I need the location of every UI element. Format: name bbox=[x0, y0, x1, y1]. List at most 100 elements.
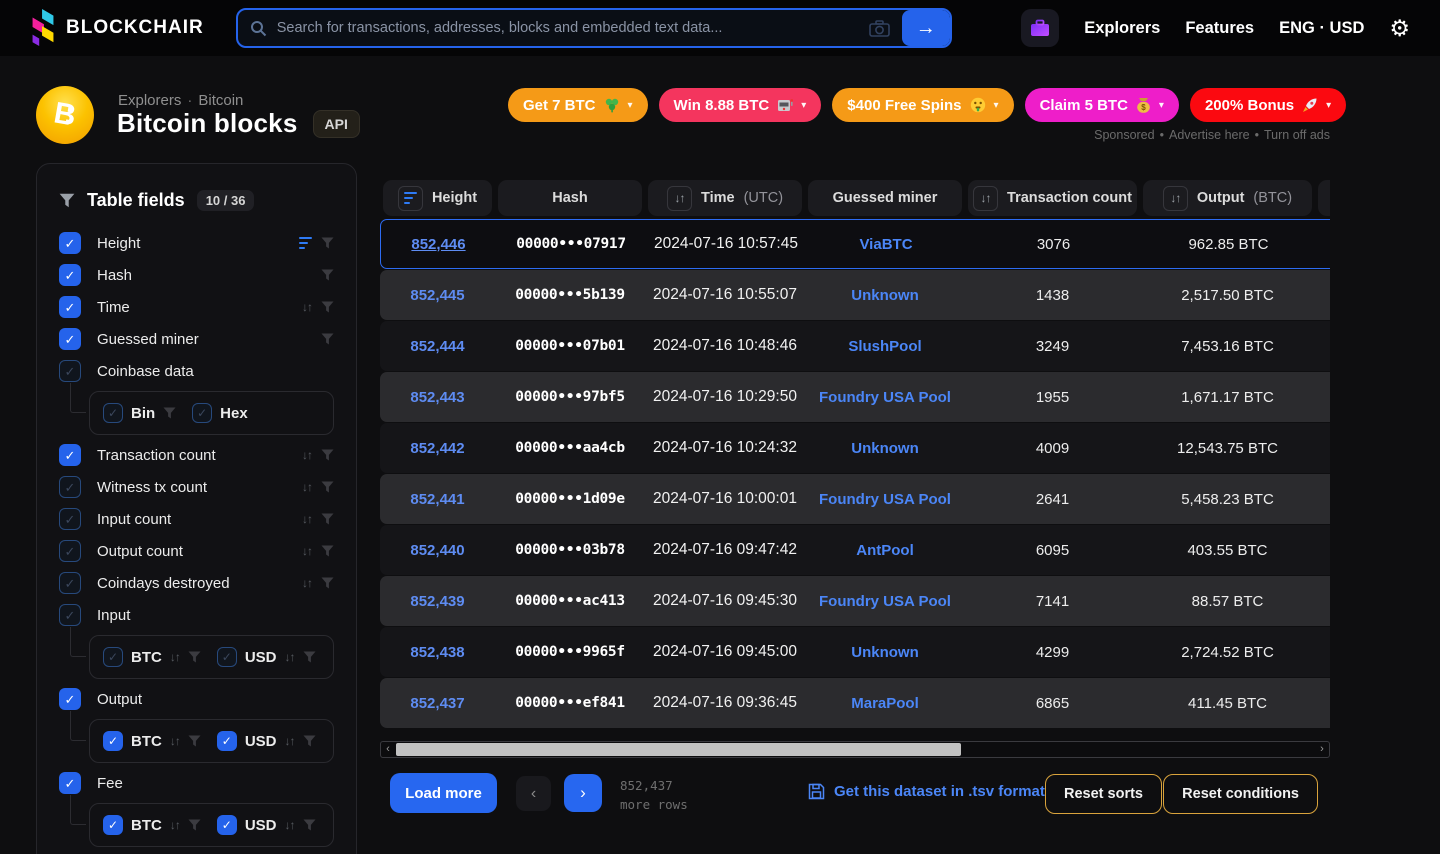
camera-icon[interactable] bbox=[869, 20, 890, 37]
ad-pill[interactable]: $400 Free Spins▾ bbox=[832, 88, 1013, 122]
sort-icon[interactable]: ↓↑ bbox=[302, 300, 312, 314]
reset-sorts-button[interactable]: Reset sorts bbox=[1045, 774, 1162, 814]
miner-link[interactable]: Foundry USA Pool bbox=[819, 593, 951, 610]
sort-box[interactable] bbox=[398, 186, 423, 211]
block-height-link[interactable]: 852,440 bbox=[410, 542, 464, 559]
checkbox[interactable]: ✓ bbox=[217, 815, 237, 835]
blockchair-logo-icon[interactable] bbox=[30, 9, 56, 47]
checkbox[interactable]: ✓ bbox=[59, 508, 81, 530]
funnel-icon[interactable] bbox=[321, 577, 334, 589]
miner-link[interactable]: Unknown bbox=[851, 287, 919, 304]
sort-icon[interactable]: ↓↑ bbox=[170, 734, 180, 748]
column-header-button[interactable]: Guessed miner bbox=[808, 180, 962, 216]
miner-link[interactable]: Unknown bbox=[851, 644, 919, 661]
next-page-button[interactable]: › bbox=[564, 774, 602, 812]
scroll-right-arrow[interactable]: › bbox=[1315, 744, 1329, 755]
column-header-stub[interactable] bbox=[1315, 180, 1330, 216]
funnel-icon[interactable] bbox=[321, 481, 334, 493]
funnel-icon[interactable] bbox=[188, 819, 201, 831]
checkbox[interactable]: ✓ bbox=[59, 296, 81, 318]
dataset-download-link[interactable]: Get this dataset in .tsv format bbox=[808, 783, 1045, 800]
nav-features[interactable]: Features bbox=[1185, 19, 1254, 38]
scroll-left-arrow[interactable]: ‹ bbox=[381, 744, 395, 755]
block-row[interactable]: 852,44500000•••5b1392024-07-16 10:55:07U… bbox=[380, 270, 1330, 320]
block-row[interactable]: 852,43800000•••9965f2024-07-16 09:45:00U… bbox=[380, 627, 1330, 677]
load-more-button[interactable]: Load more bbox=[390, 773, 497, 813]
checkbox[interactable]: ✓ bbox=[59, 264, 81, 286]
search-input[interactable] bbox=[277, 20, 859, 36]
sort-icon[interactable]: ↓↑ bbox=[981, 191, 991, 205]
funnel-icon[interactable] bbox=[303, 735, 316, 747]
checkbox[interactable]: ✓ bbox=[103, 815, 123, 835]
miner-link[interactable]: AntPool bbox=[856, 542, 914, 559]
block-height-link[interactable]: 852,438 bbox=[410, 644, 464, 661]
funnel-icon[interactable] bbox=[321, 269, 334, 281]
checkbox[interactable]: ✓ bbox=[192, 403, 212, 423]
nav-explorers[interactable]: Explorers bbox=[1084, 19, 1160, 38]
column-header-button[interactable]: ↓↑Time(UTC) bbox=[648, 180, 802, 216]
miner-link[interactable]: SlushPool bbox=[848, 338, 921, 355]
funnel-icon[interactable] bbox=[303, 651, 316, 663]
funnel-icon[interactable] bbox=[163, 407, 176, 419]
reset-conditions-button[interactable]: Reset conditions bbox=[1163, 774, 1318, 814]
funnel-icon[interactable] bbox=[303, 819, 316, 831]
miner-link[interactable]: Unknown bbox=[851, 440, 919, 457]
turn-off-ads-link[interactable]: Turn off ads bbox=[1264, 128, 1330, 142]
sort-icon[interactable]: ↓↑ bbox=[285, 734, 295, 748]
block-row[interactable]: 852,43900000•••ac4132024-07-16 09:45:30F… bbox=[380, 576, 1330, 626]
sort-icon[interactable]: ↓↑ bbox=[302, 512, 312, 526]
sort-icon[interactable]: ↓↑ bbox=[285, 650, 295, 664]
ad-pill[interactable]: Win 8.88 BTC▾ bbox=[659, 88, 822, 122]
breadcrumb-root[interactable]: Explorers bbox=[118, 92, 181, 109]
checkbox[interactable]: ✓ bbox=[103, 731, 123, 751]
ad-pill[interactable]: 200% Bonus▾ bbox=[1190, 88, 1346, 122]
checkbox[interactable]: ✓ bbox=[59, 444, 81, 466]
block-height-link[interactable]: 852,446 bbox=[411, 236, 465, 253]
funnel-icon[interactable] bbox=[321, 301, 334, 313]
sort-icon[interactable]: ↓↑ bbox=[302, 448, 312, 462]
horizontal-scrollbar[interactable]: ‹ › bbox=[380, 741, 1330, 758]
funnel-icon[interactable] bbox=[321, 545, 334, 557]
checkbox[interactable]: ✓ bbox=[59, 772, 81, 794]
advertise-link[interactable]: Advertise here bbox=[1169, 128, 1250, 142]
column-header-button[interactable]: ↓↑Transaction count bbox=[968, 180, 1137, 216]
sort-icon[interactable]: ↓↑ bbox=[302, 480, 312, 494]
portfolio-icon[interactable] bbox=[1021, 9, 1059, 47]
block-row[interactable]: 852,44600000•••079172024-07-16 10:57:45V… bbox=[380, 219, 1330, 269]
block-row[interactable]: 852,44000000•••03b782024-07-16 09:47:42A… bbox=[380, 525, 1330, 575]
block-row[interactable]: 852,44200000•••aa4cb2024-07-16 10:24:32U… bbox=[380, 423, 1330, 473]
checkbox[interactable]: ✓ bbox=[217, 731, 237, 751]
funnel-icon[interactable] bbox=[321, 237, 334, 249]
checkbox[interactable]: ✓ bbox=[59, 232, 81, 254]
sort-icon[interactable]: ↓↑ bbox=[285, 818, 295, 832]
checkbox[interactable]: ✓ bbox=[103, 403, 123, 423]
checkbox[interactable]: ✓ bbox=[59, 540, 81, 562]
column-header-button[interactable]: ↓↑Output(BTC) bbox=[1143, 180, 1312, 216]
funnel-icon[interactable] bbox=[321, 513, 334, 525]
block-row[interactable]: 852,44100000•••1d09e2024-07-16 10:00:01F… bbox=[380, 474, 1330, 524]
block-height-link[interactable]: 852,444 bbox=[410, 338, 464, 355]
checkbox[interactable]: ✓ bbox=[59, 604, 81, 626]
sort-icon[interactable]: ↓↑ bbox=[170, 818, 180, 832]
ad-pill[interactable]: Get 7 BTC▾ bbox=[508, 88, 648, 122]
sort-box[interactable]: ↓↑ bbox=[667, 186, 692, 211]
sort-box[interactable]: ↓↑ bbox=[973, 186, 998, 211]
miner-link[interactable]: ViaBTC bbox=[859, 236, 912, 253]
sort-icon[interactable]: ↓↑ bbox=[302, 576, 312, 590]
checkbox[interactable]: ✓ bbox=[59, 360, 81, 382]
block-height-link[interactable]: 852,445 bbox=[410, 287, 464, 304]
brand-name[interactable]: BLOCKCHAIR bbox=[66, 17, 204, 39]
sort-icon[interactable]: ↓↑ bbox=[1170, 191, 1180, 205]
checkbox[interactable]: ✓ bbox=[59, 476, 81, 498]
column-header-button[interactable]: Hash bbox=[498, 180, 642, 216]
miner-link[interactable]: Foundry USA Pool bbox=[819, 491, 951, 508]
prev-page-button[interactable]: ‹ bbox=[516, 776, 551, 811]
locale-switcher[interactable]: ENG · USD bbox=[1279, 19, 1364, 38]
funnel-icon[interactable] bbox=[188, 735, 201, 747]
column-header-button[interactable]: Height bbox=[383, 180, 492, 216]
block-height-link[interactable]: 852,442 bbox=[410, 440, 464, 457]
block-height-link[interactable]: 852,439 bbox=[410, 593, 464, 610]
block-height-link[interactable]: 852,437 bbox=[410, 695, 464, 712]
checkbox[interactable]: ✓ bbox=[217, 647, 237, 667]
miner-link[interactable]: Foundry USA Pool bbox=[819, 389, 951, 406]
